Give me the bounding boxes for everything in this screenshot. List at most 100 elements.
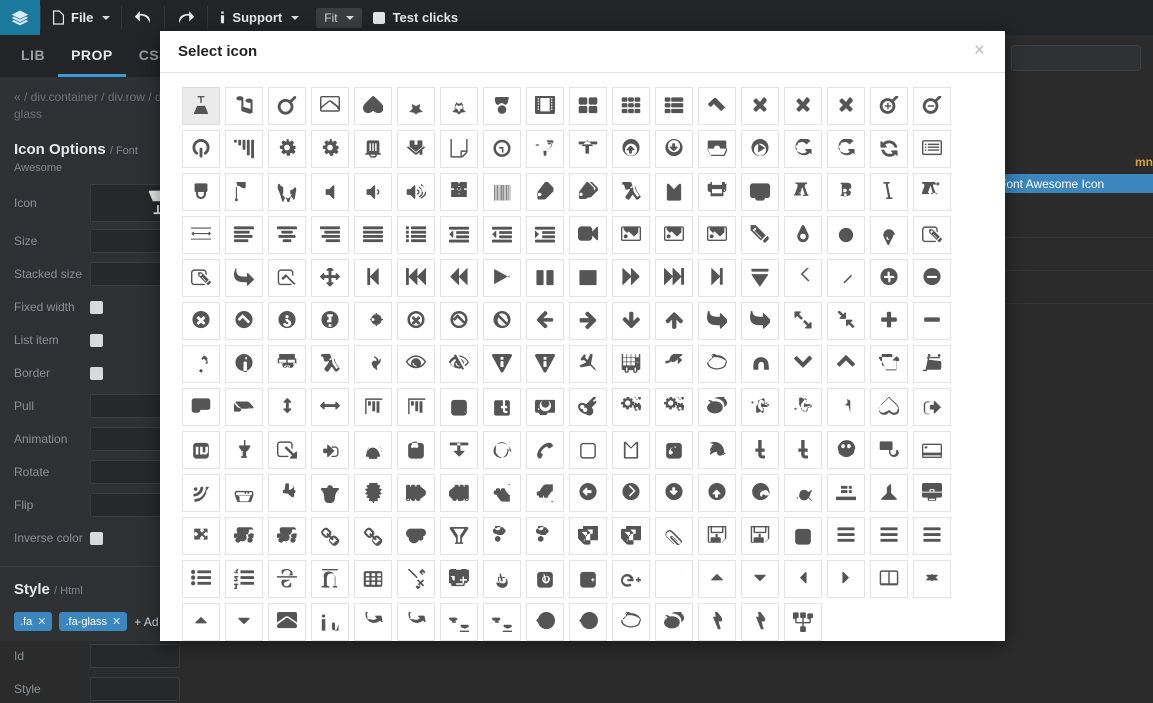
icon-cell-search-plus[interactable]: [870, 87, 908, 125]
icon-cell-linkedin[interactable]: [311, 603, 349, 641]
icon-cell-heart[interactable]: [354, 87, 392, 125]
icon-cell-folder-open[interactable]: [225, 388, 263, 426]
icon-cell-mail-forward[interactable]: [741, 302, 779, 340]
icon-cell-square[interactable]: [784, 517, 822, 555]
icon-cell-google-plus[interactable]: [612, 560, 650, 598]
tab-lib[interactable]: LIB: [8, 35, 58, 77]
icon-cell-fast-backward[interactable]: [397, 259, 435, 297]
remove-class-icon[interactable]: ✕: [37, 615, 46, 628]
icon-cell-cut[interactable]: [483, 517, 521, 555]
icon-cell-play[interactable]: [483, 259, 521, 297]
icon-cell-money[interactable]: [655, 560, 693, 598]
icon-cell-pinterest-square[interactable]: [526, 560, 564, 598]
icon-cell-power-off[interactable]: [182, 130, 220, 168]
icon-cell-edit[interactable]: [182, 259, 220, 297]
icon-cell-trophy[interactable]: [354, 431, 392, 469]
icon-cell-tags[interactable]: [569, 173, 607, 211]
icon-cell-star[interactable]: [397, 87, 435, 125]
icon-cell-cog[interactable]: [268, 130, 306, 168]
app-logo[interactable]: [0, 0, 40, 35]
icon-cell-strikethrough[interactable]: [268, 560, 306, 598]
icon-cell-legal[interactable]: [440, 603, 478, 641]
icon-cell-align-center[interactable]: [268, 216, 306, 254]
icon-cell-sort[interactable]: [913, 560, 951, 598]
remove-class-icon[interactable]: ✕: [112, 615, 121, 628]
icon-cell-qrcode[interactable]: [440, 173, 478, 211]
icon-cell-thumbs-o-down[interactable]: [784, 388, 822, 426]
tab-prop[interactable]: PROP: [58, 35, 126, 77]
icon-cell-lemon-o[interactable]: [483, 431, 521, 469]
icon-cell-rotate-left[interactable]: [354, 603, 392, 641]
style-input[interactable]: [90, 677, 180, 701]
icon-cell-road[interactable]: [526, 130, 564, 168]
icon-cell-check-circle[interactable]: [225, 302, 263, 340]
test-clicks-checkbox[interactable]: [373, 12, 385, 24]
icon-cell-chevron-down[interactable]: [827, 345, 865, 383]
icon-cell-credit-card[interactable]: [913, 431, 951, 469]
class-tag-fa[interactable]: .fa ✕: [14, 612, 52, 631]
icon-cell-ban[interactable]: [483, 302, 521, 340]
icon-cell-inbox[interactable]: [698, 130, 736, 168]
icon-cell-comments[interactable]: [698, 388, 736, 426]
icon-cell-info-circle[interactable]: [311, 302, 349, 340]
icon-cell-th[interactable]: [612, 87, 650, 125]
icon-cell-warning[interactable]: [483, 345, 521, 383]
icon-cell-photo[interactable]: [698, 216, 736, 254]
icon-cell-bold[interactable]: [827, 173, 865, 211]
icon-cell-times[interactable]: [784, 87, 822, 125]
icon-cell-hand-o-up[interactable]: [483, 474, 521, 512]
icon-cell-folder[interactable]: [182, 388, 220, 426]
icon-cell-flask[interactable]: [440, 517, 478, 555]
icon-cell-hand-o-left[interactable]: [440, 474, 478, 512]
icon-cell-bar-chart-o[interactable]: [397, 388, 435, 426]
icon-cell-plus[interactable]: [870, 302, 908, 340]
icon-cell-share-square-o[interactable]: [225, 259, 263, 297]
icon-cell-arrow-up[interactable]: [612, 302, 650, 340]
icon-cell-upload[interactable]: [440, 431, 478, 469]
icon-cell-camera[interactable]: [741, 173, 779, 211]
icon-cell-list-ol[interactable]: [225, 560, 263, 598]
icon-cell-dedent[interactable]: [483, 216, 521, 254]
icon-cell-italic[interactable]: [870, 173, 908, 211]
icon-cell-arrow-circle-down[interactable]: [698, 474, 736, 512]
test-clicks-toggle[interactable]: Test clicks: [362, 0, 470, 35]
icon-cell-copy[interactable]: [569, 517, 607, 555]
icon-cell-plus-circle[interactable]: [870, 259, 908, 297]
icon-cell-eye-slash[interactable]: [440, 345, 478, 383]
icon-cell-image[interactable]: [655, 216, 693, 254]
icon-cell-repeat[interactable]: [784, 130, 822, 168]
icon-cell-check[interactable]: [698, 87, 736, 125]
icon-cell-flag[interactable]: [225, 173, 263, 211]
inverse-color-checkbox[interactable]: [90, 532, 103, 545]
icon-cell-arrow-circle-up[interactable]: [655, 474, 693, 512]
icon-cell-fire[interactable]: [354, 345, 392, 383]
icon-cell-twitter[interactable]: [698, 431, 736, 469]
icon-cell-times-circle[interactable]: [182, 302, 220, 340]
icon-cell-compress[interactable]: [827, 302, 865, 340]
icon-cell-question-circle[interactable]: [268, 302, 306, 340]
icon-cell-bookmark-o[interactable]: [612, 431, 650, 469]
icon-cell-map-marker[interactable]: [784, 216, 822, 254]
icon-cell-columns[interactable]: [870, 560, 908, 598]
support-menu[interactable]: Support: [208, 0, 310, 35]
icon-cell-times-circle-o[interactable]: [397, 302, 435, 340]
icon-cell-text-height[interactable]: [913, 173, 951, 211]
icon-cell-rss[interactable]: [182, 474, 220, 512]
icon-cell-facebook[interactable]: [741, 431, 779, 469]
icon-cell-arrow-left[interactable]: [526, 302, 564, 340]
icon-cell-tachometer[interactable]: [569, 603, 607, 641]
icon-cell-fast-forward[interactable]: [655, 259, 693, 297]
id-input[interactable]: [90, 644, 180, 668]
icon-cell-pause[interactable]: [526, 259, 564, 297]
icon-cell-bullhorn[interactable]: [268, 474, 306, 512]
icon-cell-user[interactable]: [483, 87, 521, 125]
icon-cell-shopping-cart[interactable]: [913, 345, 951, 383]
icon-cell-forward[interactable]: [612, 259, 650, 297]
icon-cell-twitter-square[interactable]: [440, 388, 478, 426]
icon-cell-clock-o[interactable]: [483, 130, 521, 168]
icon-cell-cloud[interactable]: [397, 517, 435, 555]
icon-cell-comment-o[interactable]: [612, 603, 650, 641]
icon-cell-arrow-down[interactable]: [655, 302, 693, 340]
class-tag-fa-glass[interactable]: .fa-glass ✕: [59, 612, 127, 631]
icon-cell-volume-off[interactable]: [311, 173, 349, 211]
